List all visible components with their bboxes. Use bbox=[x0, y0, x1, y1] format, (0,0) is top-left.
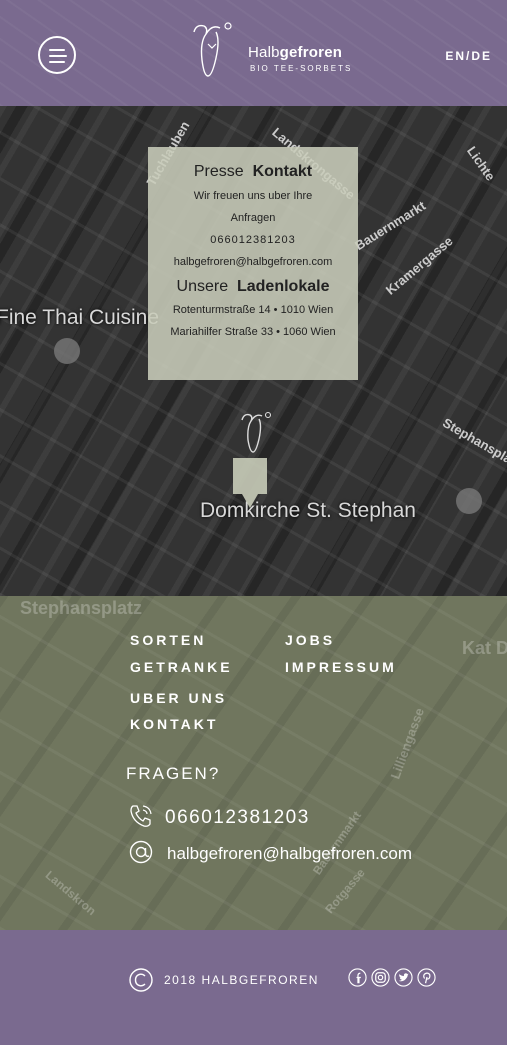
restaurant-icon bbox=[54, 338, 80, 364]
contact-card: Presse Kontakt Wir freuen uns uber Ihre … bbox=[148, 147, 358, 380]
brand-name[interactable]: Halbgefroren bbox=[248, 44, 342, 61]
menu-line bbox=[49, 61, 65, 63]
press-contact-heading: Presse Kontakt bbox=[193, 163, 313, 180]
copyright-icon bbox=[129, 968, 153, 992]
nav-link-jobs[interactable]: JOBS bbox=[285, 632, 335, 648]
map-bg-label: Landskron bbox=[42, 867, 99, 919]
footer-email[interactable]: halbgefroren@halbgefroren.com bbox=[167, 844, 412, 864]
nav-link-sorten[interactable]: SORTEN bbox=[130, 632, 206, 648]
language-switch[interactable]: EN/DE bbox=[445, 49, 492, 63]
contact-phone[interactable]: 066012381203 bbox=[148, 229, 358, 251]
contact-email[interactable]: halbgefroren@halbgefroren.com bbox=[148, 251, 358, 273]
site-header: Halbgefroren BIO TEE-SORBETS EN/DE bbox=[0, 0, 507, 106]
faq-heading: FRAGEN? bbox=[126, 764, 221, 783]
copyright-bar: 2018 HALBGEFROREN bbox=[0, 930, 507, 1045]
nav-link-uber-uns[interactable]: UBER UNS bbox=[130, 690, 227, 706]
map-bg-label: Lilliengasse bbox=[387, 705, 427, 782]
street-label: Lichte bbox=[464, 143, 499, 184]
menu-line bbox=[49, 55, 67, 57]
map-marker-logo-icon bbox=[241, 411, 272, 453]
copyright-text: 2018 HALBGEFROREN bbox=[164, 973, 319, 987]
church-icon bbox=[456, 488, 482, 514]
facebook-icon[interactable] bbox=[348, 968, 367, 987]
street-label: Kramergasse bbox=[382, 233, 456, 298]
twitter-icon[interactable] bbox=[394, 968, 413, 987]
nav-link-impressum[interactable]: IMPRESSUM bbox=[285, 659, 397, 675]
map-place-label: Fine Thai Cuisine bbox=[0, 306, 160, 329]
street-label: Bauernmarkt bbox=[352, 197, 429, 254]
logo-icon[interactable] bbox=[186, 20, 236, 80]
phone-icon bbox=[130, 805, 152, 827]
contact-text: Wir freuen uns uber Ihre bbox=[193, 190, 313, 202]
store-address: Rotenturmstraße 14 • 1010 Wien bbox=[172, 304, 334, 316]
street-label: Stephansplatz bbox=[440, 414, 507, 473]
store-address: Mariahilfer Straße 33 • 1060 Wien bbox=[170, 326, 336, 338]
menu-button[interactable] bbox=[38, 36, 76, 74]
nav-link-getranke[interactable]: GETRANKE bbox=[130, 659, 233, 675]
email-at-icon bbox=[129, 840, 153, 864]
brand-tagline: BIO TEE-SORBETS bbox=[250, 64, 353, 73]
instagram-icon[interactable] bbox=[371, 968, 390, 987]
footer-navigation: Stephansplatz Kat Deu Lilliengasse Bauer… bbox=[0, 596, 507, 930]
nav-link-kontakt[interactable]: KONTAKT bbox=[130, 716, 218, 732]
map-bg-label: Rotgasse bbox=[322, 865, 368, 917]
map-bg-label: Kat Deu bbox=[462, 638, 507, 658]
map-marker-pin[interactable] bbox=[233, 458, 267, 508]
map-place-label: Domkirche St. Stephan bbox=[200, 499, 416, 522]
contact-text: Anfragen bbox=[230, 212, 276, 224]
footer-phone[interactable]: 066012381203 bbox=[165, 807, 310, 829]
pinterest-icon[interactable] bbox=[417, 968, 436, 987]
stores-heading: Unsere Ladenlokale bbox=[176, 278, 330, 295]
map-bg-label: Stephansplatz bbox=[20, 598, 143, 618]
menu-line bbox=[49, 49, 65, 51]
